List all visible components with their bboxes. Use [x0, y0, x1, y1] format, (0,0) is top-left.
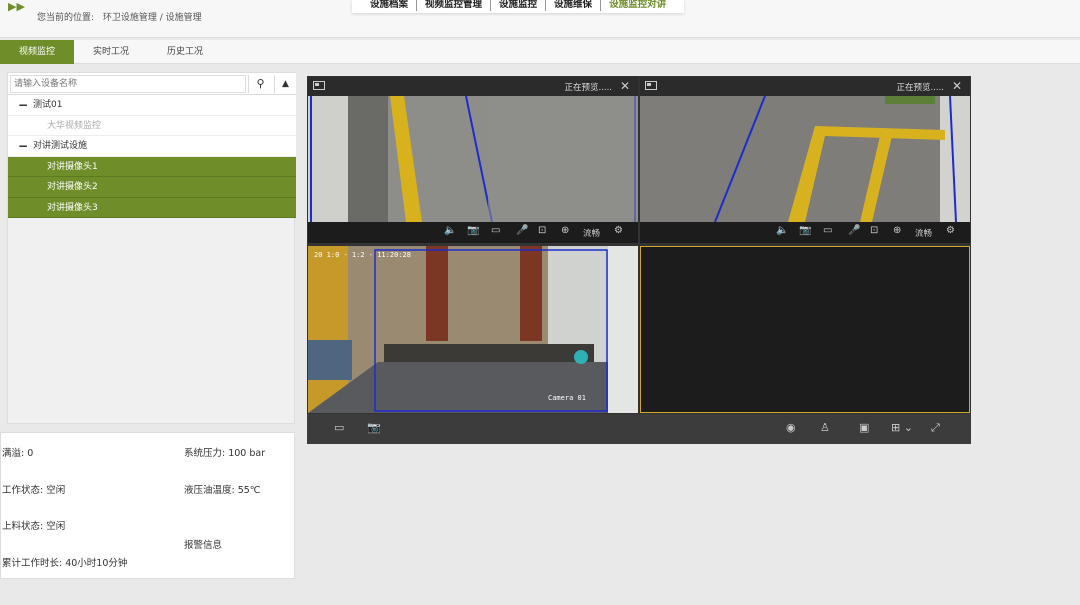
- full-level-value: 满溢: 0: [2, 448, 34, 459]
- camera-feed-image: [640, 96, 970, 222]
- settings-icon[interactable]: ⚙: [614, 225, 623, 236]
- tree-group-label: 测试01: [33, 100, 63, 110]
- osd-timestamp: 20 1:0 - 1:2 - 11:20:28: [314, 251, 411, 259]
- camera-feed-image: [308, 246, 638, 413]
- tree-item-dahua[interactable]: 大华视频监控: [8, 115, 296, 136]
- snapshot-all-icon[interactable]: 📷: [367, 421, 381, 434]
- record-icon[interactable]: ▭: [491, 225, 500, 236]
- top-navigation: 设施档案 视频监控管理 设施监控 设施维保 设施监控对讲: [352, 0, 685, 13]
- search-icon[interactable]: ⚲: [248, 75, 272, 93]
- zoom-in-icon[interactable]: ⊕: [561, 225, 569, 236]
- work-status-value: 工作状态: 空闲: [2, 485, 66, 496]
- tab-bar: 视频监控 实时工况 历史工况: [0, 40, 1080, 64]
- intercom-icon[interactable]: ◉: [786, 421, 796, 434]
- status-info-panel: 满溢: 0 系统压力: 100 bar 工作状态: 空闲 液压油温度: 55℃ …: [0, 432, 295, 579]
- video-feed: [308, 96, 638, 222]
- stream-quality-button[interactable]: 流畅: [583, 227, 600, 239]
- device-tree: − 测试01 大华视频监控 − 对讲测试设施 对讲摄像头1 对讲摄像头2 对讲摄…: [8, 95, 296, 218]
- video-pane-3[interactable]: 20 1:0 - 1:2 - 11:20:28 Camera 01: [308, 246, 638, 413]
- tree-group-test01[interactable]: − 测试01: [8, 95, 296, 116]
- video-pane-4-empty[interactable]: [640, 246, 970, 413]
- tree-item-label: 对讲摄像头2: [47, 182, 98, 192]
- tab-video-monitor[interactable]: 视频监控: [0, 40, 74, 64]
- oil-temperature-value: 液压油温度: 55℃: [184, 485, 261, 496]
- window-icon[interactable]: [313, 81, 325, 90]
- close-icon[interactable]: ✕: [620, 79, 630, 93]
- zoom-in-icon[interactable]: ⊕: [893, 225, 901, 236]
- double-arrow-icon[interactable]: ▶▶: [8, 0, 25, 13]
- tree-item-label: 对讲摄像头1: [47, 161, 98, 172]
- video-feed: [640, 96, 970, 222]
- speaker-icon[interactable]: 🔈: [444, 225, 456, 236]
- device-tree-panel: ⚲ ▲ − 测试01 大华视频监控 − 对讲测试设施 对讲摄像头1 对讲摄像头2…: [7, 72, 296, 424]
- pane-toolbar: 🔈 📷 ▭ 🎤 ⊡ ⊕ 流畅 ⚙: [308, 222, 638, 243]
- settings-icon[interactable]: ⚙: [946, 225, 955, 236]
- tree-item-label: 大华视频监控: [47, 120, 102, 131]
- stream-quality-button[interactable]: 流畅: [915, 227, 932, 239]
- video-wall-toolbar: ▭ 📷 ◉ ♙ ▣ ⊞ ⌄ ⤢: [307, 414, 971, 444]
- load-status-value: 上料状态: 空闲: [2, 521, 66, 532]
- camera-snapshot-icon[interactable]: 📷: [799, 225, 811, 236]
- video-feed: 20 1:0 - 1:2 - 11:20:28 Camera 01: [308, 246, 638, 413]
- video-pane-2[interactable]: 正在预览..... ✕ 🔈 📷 ▭ 🎤 ⊡ ⊕ 流畅 ⚙: [640, 77, 970, 243]
- record-all-icon[interactable]: ▭: [334, 421, 344, 434]
- tree-item-label: 对讲摄像头3: [47, 202, 98, 213]
- device-search-input[interactable]: [10, 75, 246, 93]
- camera-snapshot-icon[interactable]: 📷: [467, 225, 479, 236]
- nav-video-monitor-mgmt[interactable]: 视频监控管理: [417, 0, 492, 11]
- tree-group-intercom[interactable]: − 对讲测试设施: [8, 136, 296, 157]
- ptz-icon[interactable]: ⊡: [870, 225, 878, 236]
- video-pane-1[interactable]: 正在预览..... ✕ 🔈 📷 ▭ 🎤 ⊡ ⊕ 流畅 ⚙: [308, 77, 638, 243]
- fullscreen-icon[interactable]: ⤢: [931, 421, 940, 435]
- ptz-icon[interactable]: ⊡: [538, 225, 546, 236]
- person-icon[interactable]: ♙: [820, 421, 830, 434]
- chevron-up-icon[interactable]: ▲: [274, 75, 296, 93]
- top-header: ▶▶ 您当前的位置: 环卫设施管理 / 设施管理 设施档案 视频监控管理 设施监…: [0, 0, 1080, 38]
- camera-feed-image: [308, 96, 638, 222]
- system-pressure-value: 系统压力: 100 bar: [184, 448, 266, 459]
- layout-grid-icon[interactable]: ⊞ ⌄: [891, 421, 913, 434]
- microphone-icon[interactable]: 🎤: [516, 225, 528, 236]
- nav-facility-files[interactable]: 设施档案: [362, 0, 418, 11]
- search-bar: ⚲ ▲: [8, 73, 296, 95]
- collapse-icon[interactable]: −: [18, 95, 28, 116]
- window-icon[interactable]: [645, 81, 657, 90]
- record-icon[interactable]: ▭: [823, 225, 832, 236]
- pane-header: 正在预览..... ✕: [640, 77, 970, 96]
- pane-header: 正在预览..... ✕: [308, 77, 638, 96]
- tree-item-camera-3[interactable]: 对讲摄像头3: [8, 197, 296, 218]
- close-all-icon[interactable]: ▣: [859, 421, 869, 434]
- close-icon[interactable]: ✕: [952, 79, 962, 93]
- camera-name-label: Camera 01: [548, 394, 586, 402]
- preview-status: 正在预览.....: [896, 83, 944, 93]
- nav-facility-intercom[interactable]: 设施监控对讲: [601, 0, 674, 11]
- tree-item-camera-2[interactable]: 对讲摄像头2: [8, 177, 296, 198]
- speaker-icon[interactable]: 🔈: [776, 225, 788, 236]
- video-wall: 正在预览..... ✕ 🔈 📷 ▭ 🎤 ⊡ ⊕ 流畅 ⚙ 正在预览..... ✕…: [307, 76, 971, 444]
- tab-realtime-status[interactable]: 实时工况: [74, 40, 148, 64]
- microphone-icon[interactable]: 🎤: [848, 225, 860, 236]
- alarm-info-label: 报警信息: [184, 540, 223, 551]
- pane-toolbar: 🔈 📷 ▭ 🎤 ⊡ ⊕ 流畅 ⚙: [640, 222, 970, 243]
- nav-facility-monitor[interactable]: 设施监控: [491, 0, 547, 11]
- total-work-time-value: 累计工作时长: 40小时10分钟: [2, 558, 128, 569]
- tab-history-status[interactable]: 历史工况: [148, 40, 222, 64]
- breadcrumb-prefix: 您当前的位置:: [37, 13, 95, 23]
- breadcrumb: 您当前的位置: 环卫设施管理 / 设施管理: [37, 10, 208, 23]
- nav-facility-maintenance[interactable]: 设施维保: [546, 0, 602, 11]
- breadcrumb-path: 环卫设施管理 / 设施管理: [102, 13, 202, 23]
- tree-item-camera-1[interactable]: 对讲摄像头1: [8, 156, 296, 177]
- preview-status: 正在预览.....: [564, 83, 612, 93]
- collapse-icon[interactable]: −: [18, 136, 28, 157]
